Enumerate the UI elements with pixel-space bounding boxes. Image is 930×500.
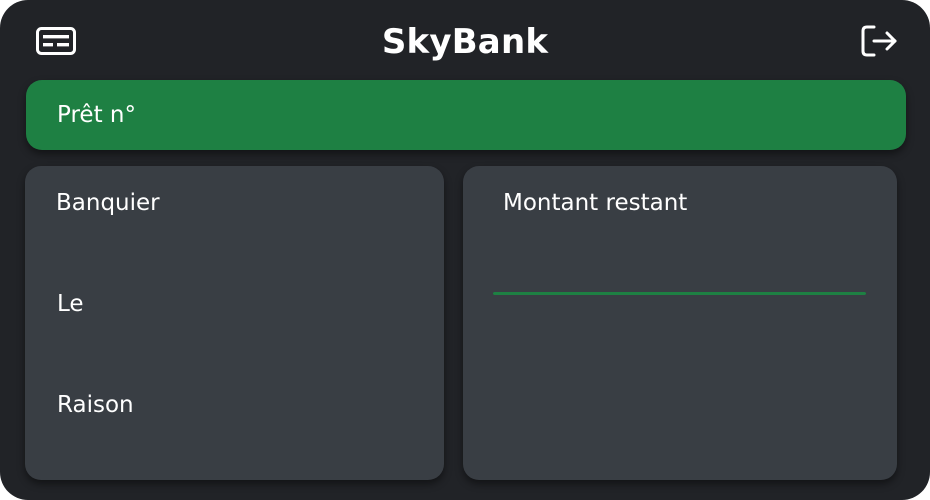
skybank-window: SkyBank Prêt n° Banquier Le Raison Monta… bbox=[0, 0, 930, 500]
app-title: SkyBank bbox=[381, 22, 549, 62]
logout-icon[interactable] bbox=[860, 24, 898, 58]
app-header: SkyBank bbox=[0, 0, 930, 80]
reason-label: Raison bbox=[57, 392, 134, 418]
date-label: Le bbox=[57, 291, 84, 317]
remaining-amount-progress-bar bbox=[493, 292, 866, 295]
loan-details-panel: Banquier Le Raison bbox=[25, 166, 444, 480]
remaining-amount-progress-fill bbox=[493, 292, 866, 295]
remaining-amount-label: Montant restant bbox=[503, 190, 688, 216]
loan-number-bar: Prêt n° bbox=[26, 80, 906, 150]
loan-number-label: Prêt n° bbox=[57, 102, 136, 128]
remaining-amount-panel: Montant restant bbox=[463, 166, 897, 480]
banker-label: Banquier bbox=[56, 190, 160, 216]
